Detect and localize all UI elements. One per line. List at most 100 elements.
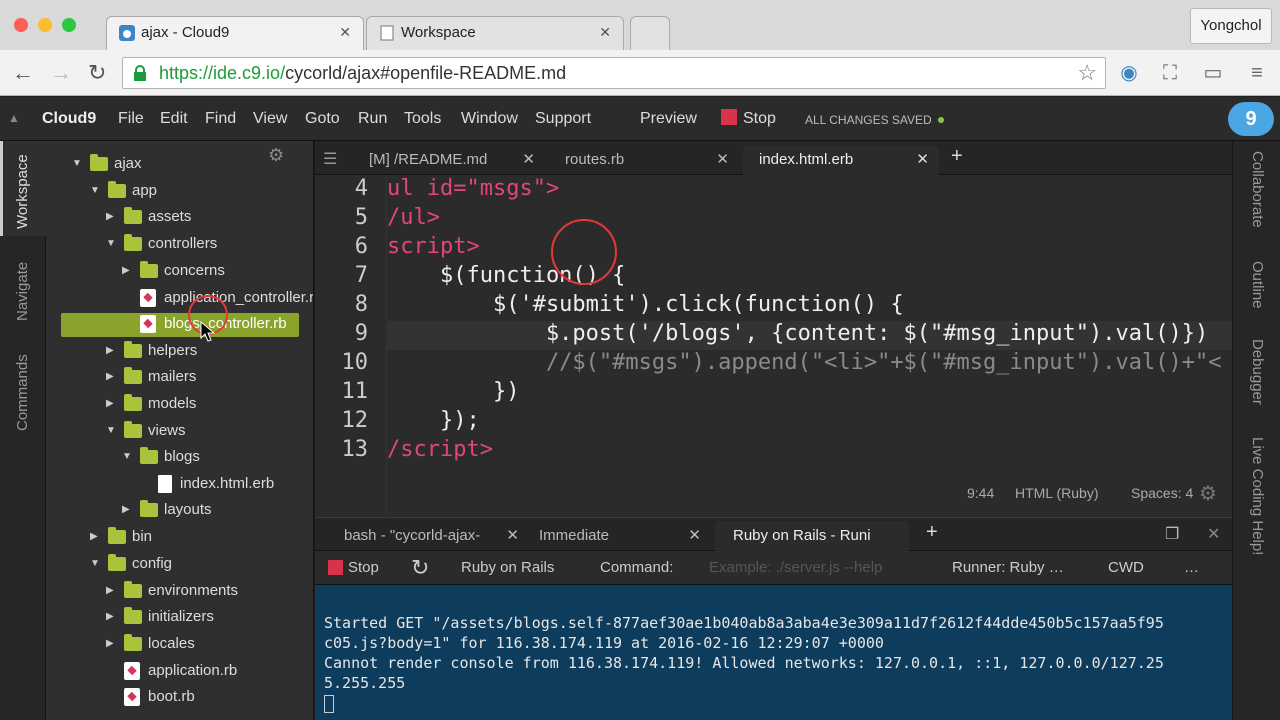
close-panel-icon[interactable]: ✕ [1207, 524, 1220, 544]
tree-item-label: application.rb [148, 662, 238, 679]
close-tab-icon[interactable]: ✕ [916, 146, 929, 174]
code-editor[interactable]: 4 5 6 7 8 9 10 11 12 13 ul id="msgs"> /u… [315, 175, 1232, 517]
cast-icon[interactable]: ▭ [1201, 62, 1225, 84]
new-editor-tab-icon[interactable]: + [951, 145, 963, 168]
tree-item-label: concerns [164, 262, 225, 279]
folder-icon [140, 447, 158, 464]
more-options-button[interactable]: … [1184, 559, 1199, 576]
browser-tab-label: ajax - Cloud9 [141, 24, 230, 41]
folder-icon [90, 154, 108, 171]
tree-item-label: layouts [164, 501, 212, 518]
bookmark-star-icon[interactable]: ☆ [1077, 58, 1097, 88]
forward-icon[interactable]: → [50, 60, 72, 86]
back-icon[interactable]: ← [12, 60, 34, 86]
menu-run[interactable]: Run [358, 110, 387, 128]
address-bar[interactable]: https://ide.c9.io/cycorld/ajax#openfile-… [122, 57, 1106, 89]
menu-find[interactable]: Find [205, 110, 236, 128]
folder-icon [124, 634, 142, 651]
indent-setting[interactable]: Spaces: 4 [1131, 485, 1193, 501]
fullscreen-icon[interactable]: ⛶ [1158, 62, 1182, 84]
close-tab-icon[interactable]: ✕ [339, 24, 351, 41]
editor-tab[interactable]: routes.rb ✕ [549, 146, 735, 175]
line-number: 5 [354, 205, 368, 230]
tab-list-icon[interactable]: ☰ [323, 149, 337, 169]
tree-item-label: mailers [148, 368, 197, 385]
close-window-button[interactable] [14, 18, 28, 32]
tree-item-label: index.html.erb [180, 475, 275, 492]
folder-icon [124, 341, 142, 358]
line-number: 7 [354, 263, 368, 288]
rail-outline[interactable]: Outline [1249, 261, 1266, 309]
tree-item-label: locales [148, 635, 195, 652]
runner-stop-button[interactable]: Stop [348, 559, 379, 576]
console-tab-label: Immediate [539, 527, 610, 544]
rail-live-coding-help[interactable]: Live Coding Help! [1249, 437, 1266, 555]
maximize-panel-icon[interactable]: ❐ [1165, 524, 1179, 544]
zoom-window-button[interactable] [62, 18, 76, 32]
tree-item-label: bin [132, 528, 153, 545]
minimize-window-button[interactable] [38, 18, 52, 32]
menu-icon[interactable]: ≡ [1245, 62, 1269, 84]
rail-collaborate[interactable]: Collaborate [1249, 151, 1266, 228]
close-tab-icon[interactable]: ✕ [522, 146, 535, 174]
cloud9-logo-icon[interactable]: 9 [1228, 102, 1274, 136]
runner-select[interactable]: Runner: Ruby … [952, 559, 1064, 576]
menu-window[interactable]: Window [461, 110, 518, 128]
console-tab-active[interactable]: Ruby on Rails - Runi [715, 521, 909, 552]
close-tab-icon[interactable]: ✕ [599, 24, 611, 41]
terminal-line: Started GET "/assets/blogs.self-877aef30… [324, 614, 1164, 632]
editor-tab[interactable]: [M] /README.md ✕ [355, 146, 541, 175]
ruby-file-icon [140, 289, 156, 307]
terminal-line: c05.js?body=1" for 116.38.174.119 at 201… [324, 634, 884, 652]
folder-icon [140, 500, 158, 517]
new-tab-button[interactable] [630, 16, 670, 50]
menu-view[interactable]: View [253, 110, 287, 128]
ruby-file-icon [140, 315, 156, 333]
close-tab-icon[interactable]: ✕ [506, 521, 519, 551]
browser-tab-active[interactable]: ajax - Cloud9 ✕ [106, 16, 364, 50]
editor-tab-active[interactable]: index.html.erb ✕ [743, 146, 939, 175]
cwd-button[interactable]: CWD [1108, 559, 1144, 576]
collapsed-arrow-icon: ▶ [106, 638, 114, 649]
menu-goto[interactable]: Goto [305, 110, 340, 128]
cursor-position: 9:44 [967, 485, 995, 501]
stop-button[interactable]: Stop [743, 110, 776, 128]
profile-button[interactable]: Yongchol [1190, 8, 1272, 44]
tree-item-label: blogs [164, 448, 200, 465]
console-tab[interactable]: bash - "cycorld-ajax- ✕ [327, 521, 519, 552]
preview-button[interactable]: Preview [640, 110, 697, 128]
tree-item-label: ajax [114, 155, 142, 172]
editor-settings-gear-icon[interactable]: ⚙ [1199, 481, 1217, 506]
rail-debugger[interactable]: Debugger [1249, 339, 1266, 405]
line-number: 11 [341, 379, 369, 404]
rail-commands[interactable]: Commands [14, 354, 31, 431]
menu-tools[interactable]: Tools [404, 110, 441, 128]
rail-navigate[interactable]: Navigate [14, 262, 31, 321]
command-input[interactable]: Example: ./server.js --help [709, 559, 882, 576]
globe-icon[interactable]: ◉ [1117, 62, 1141, 84]
close-tab-icon[interactable]: ✕ [716, 146, 729, 174]
menu-support[interactable]: Support [535, 110, 591, 128]
runner-name: Ruby on Rails [461, 559, 555, 576]
tree-item-label: initializers [148, 608, 214, 625]
line-number: 9 [354, 321, 368, 346]
syntax-mode[interactable]: HTML (Ruby) [1015, 485, 1099, 501]
browser-tab[interactable]: Workspace ✕ [366, 16, 624, 50]
console-tab[interactable]: Immediate ✕ [523, 521, 705, 552]
tree-item-label: models [148, 395, 197, 412]
tree-settings-gear-icon[interactable]: ⚙ [268, 145, 284, 166]
new-console-tab-icon[interactable]: + [926, 521, 938, 544]
menu-edit[interactable]: Edit [160, 110, 188, 128]
brand-menu[interactable]: Cloud9 [42, 110, 96, 128]
command-label: Command: [600, 559, 674, 576]
reload-icon[interactable]: ↻ [88, 60, 106, 86]
collapsed-arrow-icon: ▶ [106, 371, 114, 382]
collapse-icon[interactable]: ▲ [8, 111, 20, 125]
line-number: 4 [354, 176, 368, 201]
rail-workspace[interactable]: Workspace [14, 154, 31, 229]
tree-item-label: config [132, 555, 173, 572]
terminal-output[interactable]: Started GET "/assets/blogs.self-877aef30… [315, 585, 1232, 720]
close-tab-icon[interactable]: ✕ [688, 521, 701, 551]
menu-file[interactable]: File [118, 110, 144, 128]
restart-icon[interactable]: ↻ [411, 555, 429, 581]
